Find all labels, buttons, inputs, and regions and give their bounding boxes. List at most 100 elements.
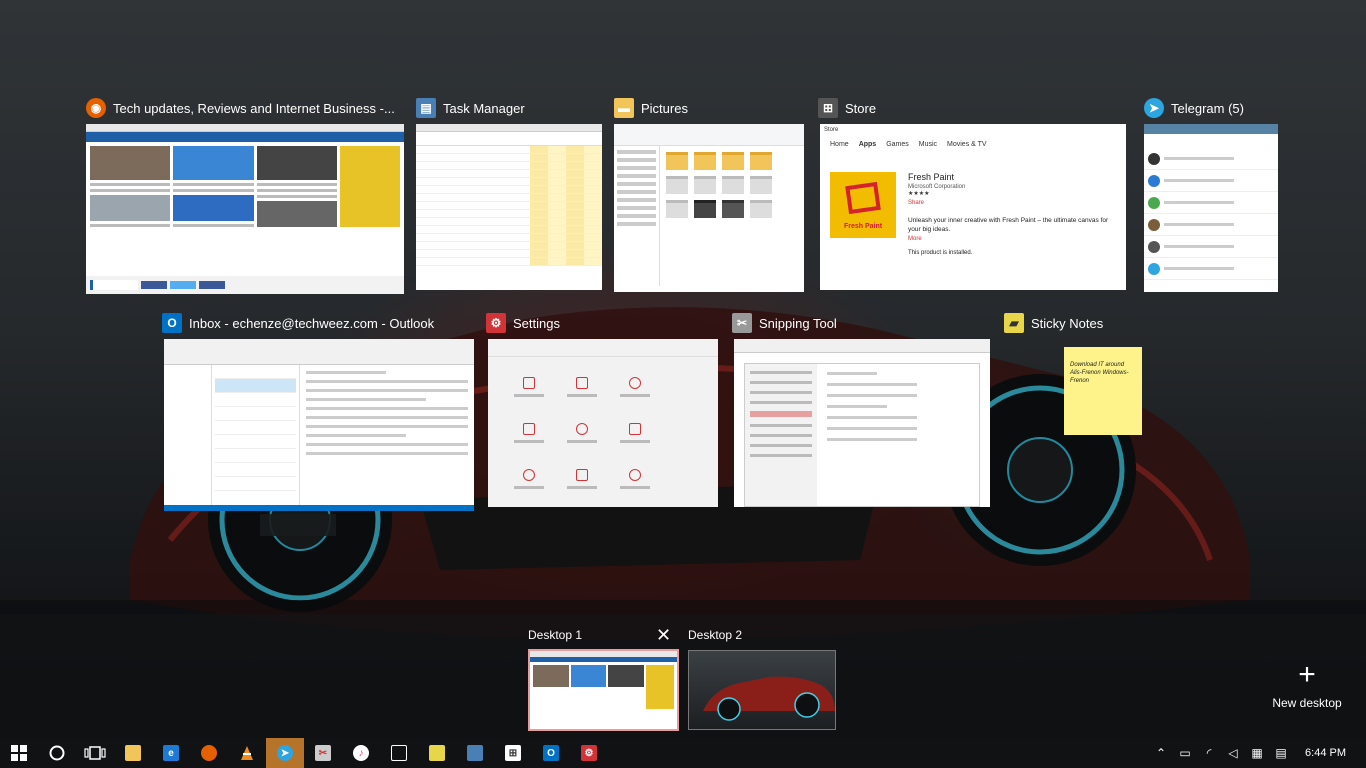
taskbar-store[interactable]: ⊞ [494,738,532,768]
taskbar-vlc[interactable] [228,738,266,768]
window-tile-sticky-notes[interactable]: ▰ Sticky Notes Download IT around Alis-F… [1004,309,1154,435]
outlook-icon: O [543,745,559,761]
window-thumbnail[interactable] [488,339,718,507]
taskbar-task-manager[interactable] [456,738,494,768]
outlook-icon: O [162,313,182,333]
firefox-icon: ◉ [86,98,106,118]
window-tile-outlook[interactable]: O Inbox - echenze@techweez.com - Outlook [162,309,474,511]
vlc-icon [239,745,255,761]
window-title: Tech updates, Reviews and Internet Busin… [113,100,395,116]
taskbar-sticky-notes[interactable] [418,738,456,768]
taskbar-snipping-tool[interactable]: ✂ [304,738,342,768]
store-window-label: Store [824,127,839,133]
task-manager-icon: ▤ [416,98,436,118]
taskbar-itunes[interactable]: ♪ [342,738,380,768]
settings-icon: ⚙ [486,313,506,333]
task-view-icon [84,746,106,760]
window-thumbnail[interactable] [164,339,474,511]
keyboard-icon[interactable]: ▦ [1249,746,1265,760]
window-title: Snipping Tool [759,315,837,331]
store-icon: ⊞ [818,98,838,118]
store-description: Unleash your inner creative with Fresh P… [908,217,1109,233]
store-nav-home: Home [830,140,849,148]
new-desktop-button[interactable]: + New desktop [1262,658,1352,711]
new-desktop-label: New desktop [1272,696,1342,710]
folder-icon [125,745,141,761]
taskbar-settings[interactable]: ⚙ [570,738,608,768]
taskbar-clock[interactable]: 6:44 PM [1305,747,1346,759]
window-tile-telegram[interactable]: ➤ Telegram (5) [1144,94,1278,292]
virtual-desktops-bar [0,614,1366,738]
store-share: Share [908,200,925,206]
window-thumbnail[interactable] [86,124,404,294]
windows-logo-icon [11,745,27,761]
desktop-1[interactable]: Desktop 1 ✕ [528,624,680,731]
store-more: More [908,236,922,242]
system-tray: ⌃ ▭ ◜ ◁ ▦ ▤ 6:44 PM [1153,738,1366,768]
taskbar-firefox[interactable] [190,738,228,768]
desktop-label: Desktop 2 [688,628,743,642]
window-title: Telegram (5) [1171,100,1244,116]
sticky-note-thumbnail[interactable]: Download IT around Alis-Frenon Windows-F… [1064,347,1142,435]
task-manager-icon [467,745,483,761]
window-thumbnail[interactable] [1144,124,1278,292]
desktop-2-thumbnail[interactable] [688,650,836,730]
store-icon: ⊞ [505,745,521,761]
search-circle-icon [49,745,65,761]
chevron-up-icon[interactable]: ⌃ [1153,746,1169,760]
sticky-notes-icon [429,745,445,761]
window-title: Settings [513,315,560,331]
store-installed: This product is installed. [908,250,973,256]
snipping-tool-icon: ✂ [732,313,752,333]
calendar-icon [391,745,407,761]
window-title: Sticky Notes [1031,315,1104,331]
store-nav-apps: Apps [858,140,877,148]
folder-icon: ▬ [614,98,634,118]
action-center-icon[interactable]: ▤ [1273,746,1289,760]
window-tile-store[interactable]: ⊞ Store Store Home Apps Games Music Movi… [818,94,1128,290]
telegram-icon: ➤ [277,745,293,761]
battery-icon[interactable]: ▭ [1177,746,1193,760]
window-title: Store [845,100,877,116]
edge-icon: e [163,745,179,761]
window-tile-pictures[interactable]: ▬ Pictures [614,94,804,292]
fresh-paint-tile: Fresh Paint [830,172,896,238]
window-title: Pictures [641,100,688,116]
store-rating: ★★★★ [908,191,930,197]
taskbar-outlook[interactable]: O [532,738,570,768]
window-thumbnail[interactable]: Store Home Apps Games Music Movies & TV … [820,124,1126,290]
firefox-icon [201,745,217,761]
taskbar-calendar[interactable] [380,738,418,768]
store-app-name: Fresh Paint [908,172,955,182]
taskbar-edge[interactable]: e [152,738,190,768]
volume-icon[interactable]: ◁ [1225,746,1241,760]
task-view-button[interactable] [76,738,114,768]
store-nav-movies: Movies & TV [947,140,987,148]
taskbar-telegram[interactable]: ➤ [266,738,304,768]
taskbar-file-explorer[interactable] [114,738,152,768]
window-tile-snipping-tool[interactable]: ✂ Snipping Tool [732,309,990,507]
music-icon: ♪ [353,745,369,761]
snipping-tool-icon: ✂ [315,745,331,761]
plus-icon: + [1298,658,1316,691]
window-title: Inbox - echenze@techweez.com - Outlook [189,315,435,331]
window-tile-settings[interactable]: ⚙ Settings [486,309,718,507]
window-thumbnail[interactable] [734,339,990,507]
window-thumbnail[interactable] [614,124,804,292]
window-tile-task-manager[interactable]: ▤ Task Manager [416,94,602,290]
desktop-2-wallpaper-preview [703,676,835,721]
desktop-1-thumbnail[interactable] [528,649,679,731]
desktop-2[interactable]: Desktop 2 [688,624,838,730]
cortana-button[interactable] [38,738,76,768]
store-nav-games: Games [886,140,909,148]
window-tile-firefox[interactable]: ◉ Tech updates, Reviews and Internet Bus… [86,94,404,294]
fresh-paint-tile-label: Fresh Paint [843,223,883,230]
start-button[interactable] [0,738,38,768]
store-nav-music: Music [918,140,938,148]
store-nav: Home Apps Games Music Movies & TV [820,136,1126,152]
settings-icon: ⚙ [581,745,597,761]
telegram-icon: ➤ [1144,98,1164,118]
network-icon[interactable]: ◜ [1201,746,1217,760]
close-desktop-icon[interactable]: ✕ [656,626,671,644]
window-thumbnail[interactable] [416,124,602,290]
